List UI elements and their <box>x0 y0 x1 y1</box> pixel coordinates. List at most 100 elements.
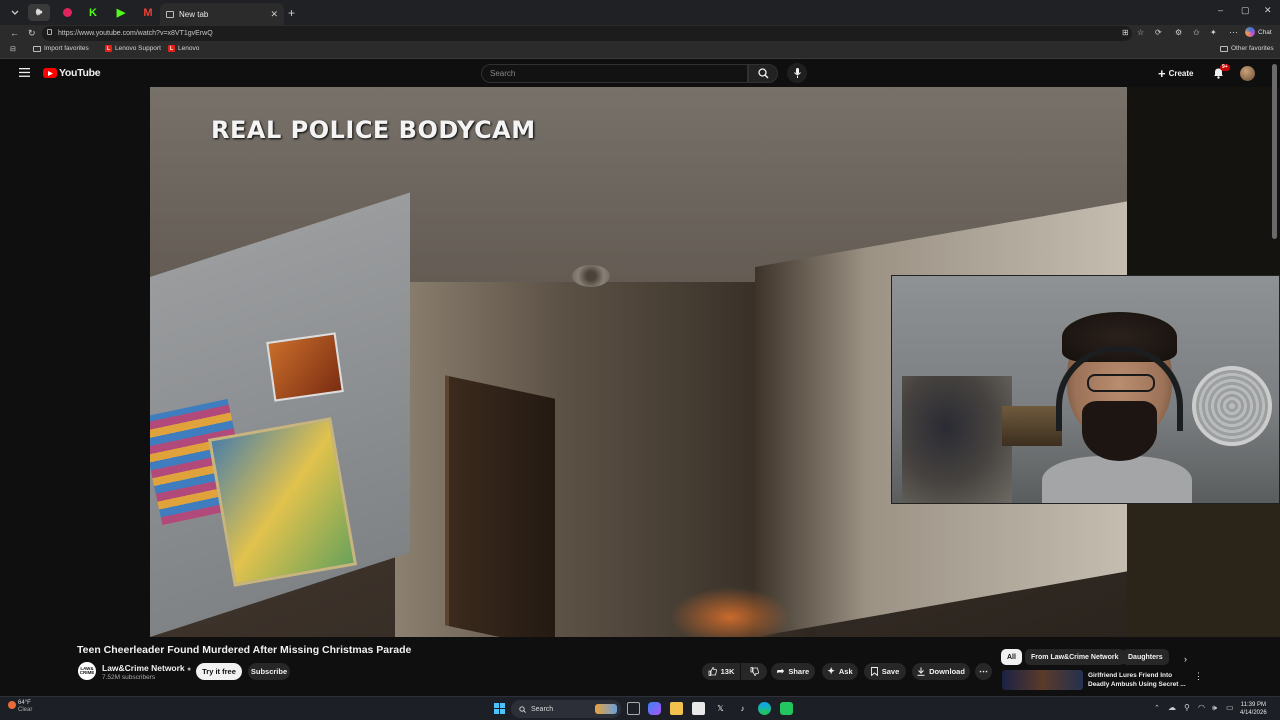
search-button[interactable] <box>748 64 778 83</box>
webcam-overlay <box>891 275 1280 504</box>
channel-avatar[interactable]: LAW& CRIME <box>78 662 96 680</box>
other-favorites[interactable]: Other favorites <box>1220 45 1274 52</box>
reading-list-icon[interactable]: ⊟ <box>10 46 16 53</box>
ask-button[interactable]: ✦ Ask <box>822 663 858 680</box>
play-icon: ▶ <box>116 7 126 19</box>
tab-title: New tab <box>179 9 209 19</box>
lenovo-icon: L <box>105 45 112 52</box>
like-count: 13K <box>720 667 735 676</box>
volume-icon[interactable]: 🕪 <box>1212 704 1217 712</box>
refresh-extension-icon[interactable]: ⟳ <box>1155 29 1162 37</box>
url-field[interactable]: https://www.youtube.com/watch?v=x8VT1gvE… <box>42 26 1132 41</box>
try-it-free-button[interactable]: Try it free <box>196 663 242 680</box>
more-horizontal-icon: ⋯ <box>979 666 988 676</box>
youtube-logo[interactable]: YouTube <box>43 67 101 79</box>
onedrive-icon[interactable]: ☁ <box>1168 704 1176 712</box>
chip-daughters[interactable]: Daughters <box>1122 649 1169 665</box>
like-button[interactable]: 13K <box>702 663 740 680</box>
lock-icon <box>47 29 52 35</box>
record-icon <box>62 8 72 17</box>
kick-icon: K <box>89 6 97 19</box>
tab-actions-menu[interactable] <box>4 4 26 21</box>
maximize-button[interactable]: ▢ <box>1241 6 1250 15</box>
more-actions-button[interactable]: ⋯ <box>975 663 992 680</box>
back-button[interactable]: ← <box>10 29 19 38</box>
store-icon[interactable] <box>692 702 705 715</box>
copilot-taskbar-icon[interactable] <box>648 702 661 715</box>
x-app-icon[interactable]: 𝕏 <box>714 702 727 715</box>
recommended-menu-button[interactable]: ⋮ <box>1194 671 1203 682</box>
subscriber-count: 7.52M subscribers <box>102 674 156 681</box>
edge-icon[interactable] <box>758 702 771 715</box>
minimize-button[interactable]: – <box>1218 6 1223 15</box>
tab-pinned-1[interactable] <box>56 4 78 21</box>
weather-icon <box>8 701 16 709</box>
avatar[interactable] <box>1240 66 1255 81</box>
page-scrollbar[interactable] <box>1272 64 1277 239</box>
new-tab-button[interactable]: + <box>288 7 295 19</box>
copilot-icon <box>1245 27 1255 37</box>
taskbar-clock[interactable]: 11:39 PM 4/14/2026 <box>1240 701 1267 717</box>
voice-search-button[interactable] <box>787 63 807 83</box>
youtube-wordmark: YouTube <box>59 67 101 79</box>
favorites-icon[interactable]: ✩ <box>1193 29 1200 37</box>
chip-from-channel[interactable]: From Law&Crime Network <box>1025 649 1125 665</box>
webcam-background-clutter <box>902 376 1012 503</box>
video-frame-poster <box>207 417 358 587</box>
close-tab-icon[interactable]: ✕ <box>270 9 278 20</box>
favorite-label: Import favorites <box>44 45 89 52</box>
extension-icon[interactable]: ⚙ <box>1175 29 1182 37</box>
app-available-icon[interactable]: ⊞ <box>1122 29 1129 37</box>
menu-button[interactable] <box>19 68 30 77</box>
tab-pinned-3[interactable]: ▶ <box>110 4 132 21</box>
favorite-label: Lenovo Support <box>115 45 161 52</box>
subscribe-button[interactable]: Subscribe <box>248 663 290 680</box>
close-window-button[interactable]: ✕ <box>1264 6 1272 15</box>
more-menu-icon[interactable]: ⋯ <box>1229 28 1238 37</box>
save-button[interactable]: Save <box>864 663 906 680</box>
tab-audio-playing[interactable]: 🕪 <box>28 4 50 21</box>
favorite-label: Lenovo <box>178 45 200 52</box>
weather-desc: Clear <box>18 707 33 713</box>
tab-pinned-4[interactable]: M <box>137 4 159 21</box>
recommended-title[interactable]: Girlfriend Lures Friend Into Deadly Ambu… <box>1088 671 1188 689</box>
battery-icon[interactable]: ▭ <box>1226 704 1234 712</box>
share-label: Share <box>788 667 810 676</box>
chips-next-button[interactable]: › <box>1184 654 1187 664</box>
chat-label: Chat <box>1258 28 1272 36</box>
create-button[interactable]: + Create <box>1158 64 1200 82</box>
share-button[interactable]: ➦ Share <box>771 663 815 680</box>
favorite-star-icon[interactable]: ☆ <box>1137 29 1144 37</box>
wifi-icon[interactable]: ◠ <box>1198 704 1205 712</box>
favorite-import[interactable]: Import favorites <box>33 45 89 52</box>
task-view-icon[interactable] <box>627 702 640 715</box>
create-label: Create <box>1168 68 1194 78</box>
app-icon[interactable] <box>780 702 793 715</box>
favorite-lenovo-support[interactable]: L Lenovo Support <box>105 45 161 52</box>
copilot-chat-button[interactable]: Chat <box>1245 27 1272 37</box>
download-button[interactable]: Download <box>912 663 970 680</box>
dislike-button[interactable] <box>741 663 767 680</box>
file-explorer-icon[interactable] <box>670 702 683 715</box>
thumbs-up-icon <box>708 667 717 676</box>
tiktok-icon[interactable]: ♪ <box>736 702 749 715</box>
taskbar-search-label: Search <box>531 705 554 713</box>
notifications-button[interactable]: 9+ <box>1213 64 1230 79</box>
lenovo-icon: L <box>168 45 175 52</box>
chip-all[interactable]: All <box>1001 649 1022 665</box>
start-button[interactable] <box>493 702 506 715</box>
refresh-button[interactable]: ↻ <box>28 29 36 38</box>
favorite-lenovo[interactable]: L Lenovo <box>168 45 199 52</box>
collections-icon[interactable]: ✦ <box>1210 29 1217 37</box>
tab-pinned-2[interactable]: K <box>82 4 104 21</box>
weather-widget[interactable]: 64°F Clear <box>8 700 33 714</box>
location-icon[interactable]: ⚲ <box>1184 704 1190 712</box>
notification-badge: 9+ <box>1220 64 1230 71</box>
taskbar-search[interactable]: Search <box>511 700 621 718</box>
tab-new-tab[interactable]: New tab ✕ <box>160 3 284 25</box>
recommended-thumbnail[interactable] <box>1002 670 1083 690</box>
search-input[interactable]: Search <box>481 64 748 83</box>
channel-name[interactable]: Law&Crime Network ● <box>102 663 191 673</box>
tray-overflow-icon[interactable]: ⌃ <box>1154 705 1160 712</box>
youtube-play-icon <box>43 68 57 78</box>
